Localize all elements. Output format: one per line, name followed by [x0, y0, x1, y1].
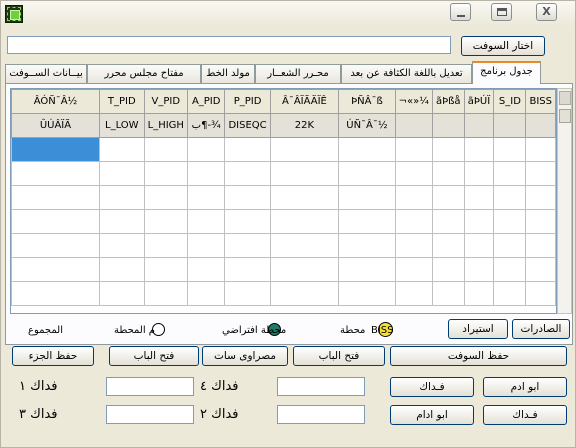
table-cell[interactable] [463, 113, 495, 138]
table-cell[interactable]: 22K [269, 113, 340, 138]
col-header-t-pid[interactable]: T_PID [98, 89, 145, 114]
tab-line-generator[interactable]: مولد الخط [201, 64, 255, 83]
table-cell[interactable] [493, 113, 527, 138]
maximize-icon [497, 8, 507, 16]
fedak-1-field[interactable] [106, 377, 194, 396]
col-header-v-pid[interactable]: V_PID [143, 89, 188, 114]
col-header[interactable]: ãÞßå [431, 89, 465, 114]
choose-sofat-button[interactable]: اختار السوفت [461, 36, 545, 56]
table-cell[interactable] [394, 113, 433, 138]
open-door-button[interactable]: فتح الباب [109, 346, 199, 366]
tab-council-key-editor[interactable]: مفتاح مجلس محرر [87, 64, 201, 83]
col-header[interactable]: ÞÑÂ¯ß [338, 89, 396, 114]
table-cell[interactable]: L_HIGH [143, 113, 188, 138]
tab-logo-editor[interactable]: محـرر الشعــار [255, 64, 341, 83]
table-row[interactable] [11, 137, 556, 162]
table-cell[interactable]: ÚÑ¯Â¯½ [338, 113, 396, 138]
legend-station-label: م المحطة [114, 325, 155, 336]
selected-cell[interactable] [11, 137, 100, 162]
col-header[interactable]: ãÞÚÏ [463, 89, 495, 114]
tab-sofat-data[interactable]: بيــانات الســوفت [5, 64, 87, 83]
col-header[interactable]: ¬«»¼ [394, 89, 433, 114]
table-vertical-scrollbar[interactable] [557, 88, 572, 314]
maximize-button[interactable] [491, 3, 512, 21]
main-window: X اختار السوفت بيــانات الســوفت مفتاح م… [0, 0, 576, 448]
total-label: المجموع [28, 325, 63, 336]
col-header[interactable]: ÂÓÑ¯Â½ [11, 89, 100, 114]
scroll-up-arrow[interactable] [559, 91, 571, 105]
fedak-2-field[interactable] [277, 405, 365, 424]
table-row[interactable] [11, 281, 556, 306]
program-table: ÂÓÑ¯Â½ T_PID V_PID A_PID P_PID Â¯ÂÏÃÄÏÊ … [10, 88, 557, 314]
col-header-s-id[interactable]: S_ID [493, 89, 527, 114]
table-cell[interactable]: ب¶-¾ [186, 113, 226, 138]
table-row[interactable] [11, 185, 556, 210]
fedak-1-label: فداك ١ [19, 379, 58, 394]
open-door-button[interactable]: فتح الباب [293, 346, 385, 366]
table-row[interactable] [11, 257, 556, 282]
col-header[interactable]: Â¯ÂÏÃÄÏÊ [269, 89, 340, 114]
fedak-3-label: فداك ٣ [19, 407, 58, 422]
legend-default-label: محطة افتراضي [222, 325, 287, 336]
minimize-icon [457, 15, 465, 17]
legend-biss-circle-text: BISS [371, 325, 394, 336]
fedak-4-label: فداك ٤ [200, 379, 239, 394]
fedak-button[interactable]: فـداك [483, 405, 567, 425]
file-path-field[interactable] [7, 36, 451, 54]
col-header-biss[interactable]: BISS [525, 89, 556, 114]
table-cell[interactable]: L_LOW [98, 113, 145, 138]
col-header-a-pid[interactable]: A_PID [186, 89, 226, 114]
fedak-4-field[interactable] [277, 377, 365, 396]
title-bar: X [1, 1, 575, 27]
minimize-button[interactable] [450, 3, 471, 21]
fedak-2-label: فداك ٢ [200, 407, 239, 422]
masrawy-sat-button[interactable]: مصراوى سات [202, 346, 288, 366]
abu-adam-button[interactable]: ابو ادام [390, 405, 474, 425]
table-header-row: ÂÓÑ¯Â½ T_PID V_PID A_PID P_PID Â¯ÂÏÃÄÏÊ … [11, 89, 556, 114]
save-sofat-button[interactable]: حفظ السوفت [390, 346, 567, 366]
legend-biss-label: محطة [340, 325, 366, 336]
table-row[interactable] [11, 233, 556, 258]
scroll-thumb[interactable] [559, 109, 571, 123]
table-row[interactable] [11, 209, 556, 234]
tab-remote-density-edit[interactable]: تعديل باللغة الكثافة عن بعد [341, 64, 472, 83]
tab-strip: بيــانات الســوفت مفتاح مجلس محرر مولد ا… [5, 61, 545, 84]
exports-button[interactable]: الصادرات [512, 319, 570, 339]
table-row[interactable] [11, 161, 556, 186]
col-header-p-pid[interactable]: P_PID [224, 89, 271, 114]
chip-icon [5, 5, 23, 23]
abu-adam-button[interactable]: ابو ادم [483, 377, 567, 397]
table-cell[interactable] [431, 113, 465, 138]
table-cell[interactable] [525, 113, 556, 138]
fedak-button[interactable]: فـداك [390, 377, 474, 397]
table-cell[interactable]: DISEQC [224, 113, 271, 138]
fedak-3-field[interactable] [106, 405, 194, 424]
close-button[interactable]: X [536, 3, 557, 21]
import-button[interactable]: استيراد [448, 319, 508, 339]
table-cell[interactable]: ÛÚÂÏÃ [11, 113, 100, 138]
table-grid: ÂÓÑ¯Â½ T_PID V_PID A_PID P_PID Â¯ÂÏÃÄÏÊ … [11, 89, 556, 306]
tab-panel: ÂÓÑ¯Â½ T_PID V_PID A_PID P_PID Â¯ÂÏÃÄÏÊ … [5, 83, 573, 345]
save-part-button[interactable]: حفظ الجزء [12, 346, 94, 366]
tab-program-table[interactable]: جدول برنامج [472, 61, 541, 84]
table-fixed-row: ÛÚÂÏÃ L_LOW L_HIGH ب¶-¾ DISEQC 22K ÚÑ¯Â¯… [11, 113, 556, 138]
close-icon: X [542, 5, 551, 18]
